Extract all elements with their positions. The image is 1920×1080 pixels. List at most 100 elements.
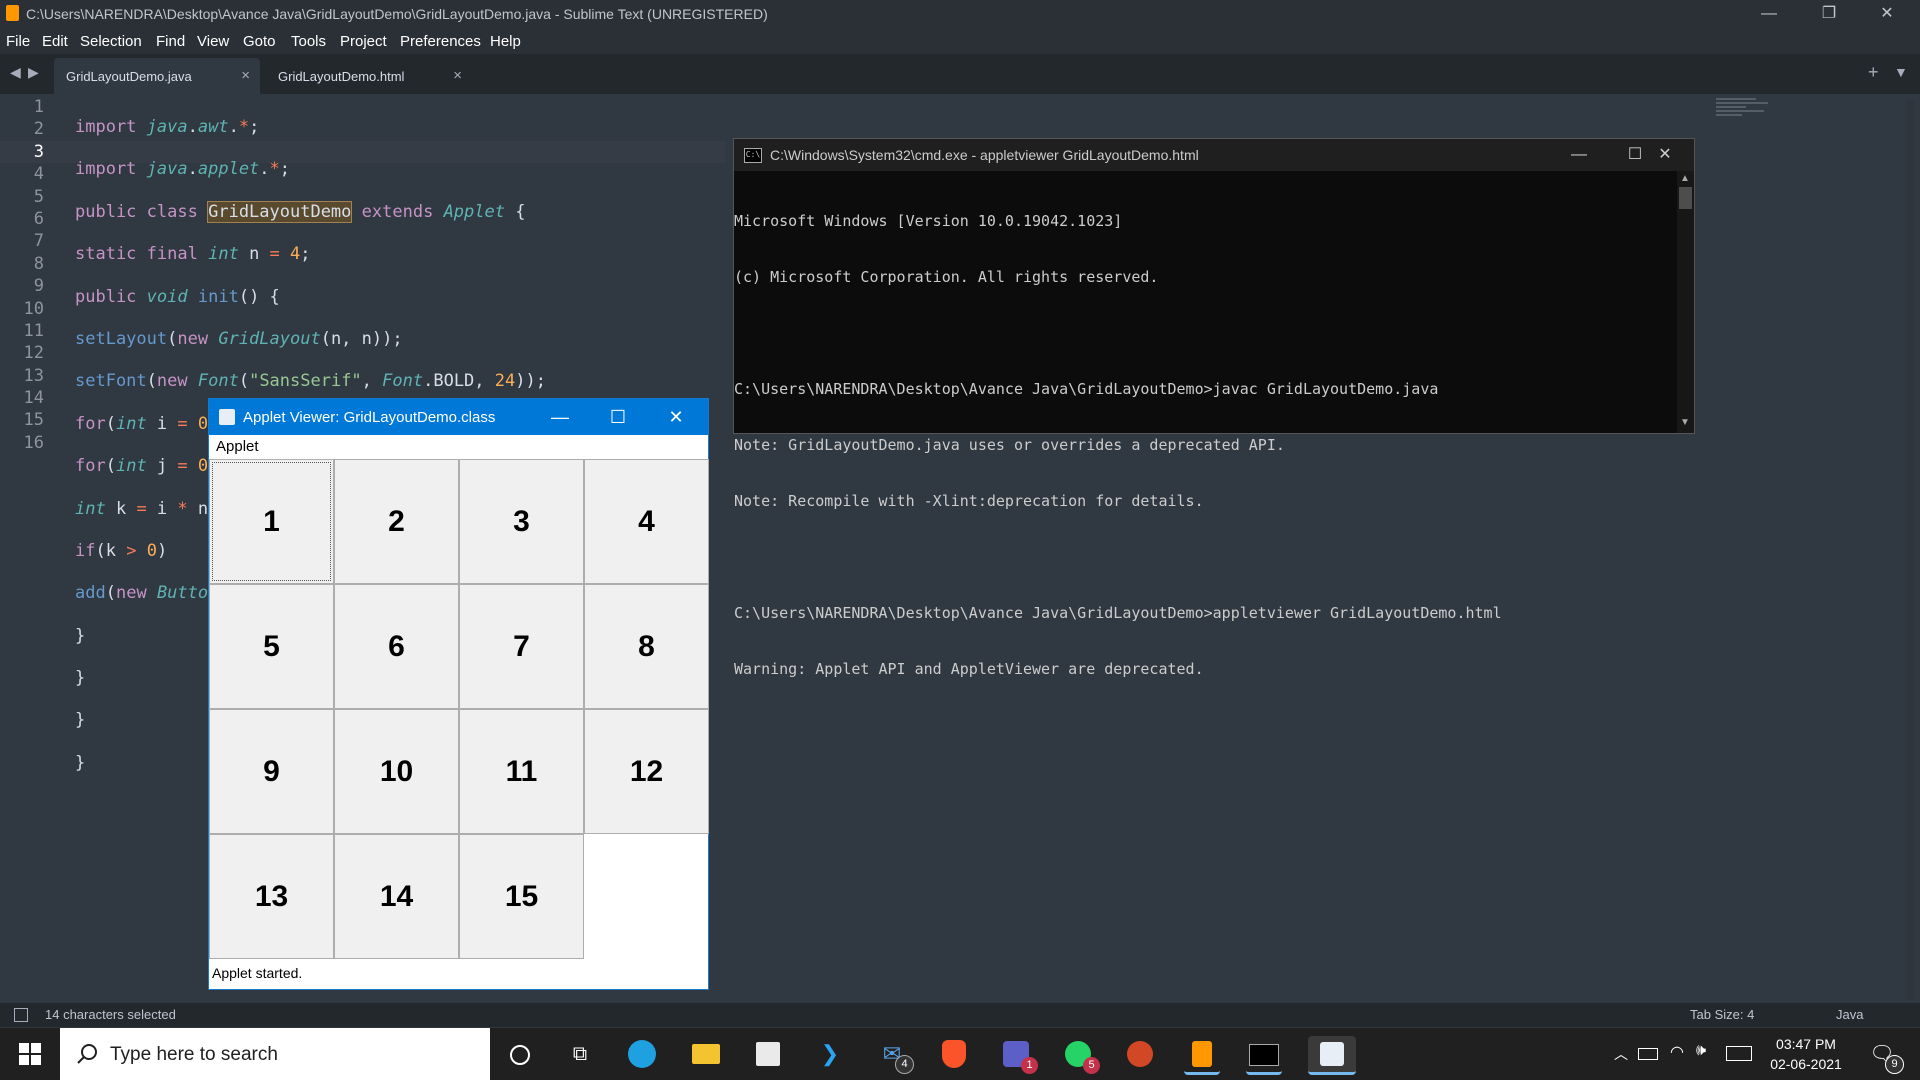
edge-icon[interactable] [624,1036,660,1072]
sublime-text-icon[interactable] [1184,1036,1220,1075]
minimize-button[interactable]: — [1740,0,1798,28]
tab-close-icon[interactable]: × [241,67,250,84]
grid-button-1[interactable]: 1 [209,459,334,584]
grid-button-11[interactable]: 11 [459,709,584,834]
minimap[interactable] [1716,96,1776,136]
cmd-title-bar[interactable]: C:\ C:\Windows\System32\cmd.exe - applet… [734,139,1694,171]
tab-size[interactable]: Tab Size: 4 [1690,1007,1754,1022]
menu-find[interactable]: Find [156,33,185,50]
line-number: 14 [23,388,44,409]
cortana-icon[interactable] [502,1036,538,1072]
menu-tools[interactable]: Tools [291,33,326,50]
cmd-scroll-up-icon[interactable]: ▲ [1680,173,1690,184]
line-number: 15 [23,410,44,431]
line-number: 5 [33,186,44,207]
vscode-icon[interactable]: ❯ [812,1036,848,1072]
notifications-icon[interactable]: 🗨 9 [1864,1036,1904,1074]
menu-project[interactable]: Project [340,33,387,50]
applet-close-button[interactable]: ✕ [647,399,705,435]
tab-gridlayoutdemo-html[interactable]: GridLayoutDemo.html × [266,58,472,94]
grid-button-7[interactable]: 7 [459,584,584,709]
grid-button-13[interactable]: 13 [209,834,334,959]
grid-button-2[interactable]: 2 [334,459,459,584]
windows-logo-icon [19,1043,41,1065]
applet-menu-bar: Applet [209,435,708,458]
grid-button-6[interactable]: 6 [334,584,459,709]
grid-button-4[interactable]: 4 [584,459,709,584]
cmd-line: Note: GridLayoutDemo.java uses or overri… [734,436,1285,454]
menu-view[interactable]: View [197,33,229,50]
cmd-minimize-button[interactable]: — [1550,139,1608,171]
powerpoint-icon[interactable] [1122,1036,1158,1072]
line-number: 3 [33,141,44,162]
close-button[interactable]: ✕ [1858,0,1916,28]
applet-title: Applet Viewer: GridLayoutDemo.class [243,409,496,426]
whatsapp-icon[interactable]: 5 [1060,1036,1100,1074]
menu-edit[interactable]: Edit [42,33,68,50]
java-taskbar-icon[interactable] [1308,1036,1356,1075]
search-icon [77,1044,97,1064]
cmd-output[interactable]: Microsoft Windows [Version 10.0.19042.10… [734,175,1502,715]
menu-preferences[interactable]: Preferences [400,33,481,50]
tab-label: GridLayoutDemo.java [66,69,192,84]
line-number: 4 [33,164,44,185]
search-box[interactable]: Type here to search [60,1028,490,1080]
code-line: setLayout(new GridLayout(n, n)); [75,328,403,349]
tab-gridlayoutdemo-java[interactable]: GridLayoutDemo.java × [54,58,260,94]
menu-help[interactable]: Help [490,33,521,50]
applet-maximize-button[interactable]: ☐ [589,399,647,435]
grid-button-14[interactable]: 14 [334,834,459,959]
restore-button[interactable]: ❐ [1800,0,1858,28]
grid-button-8[interactable]: 8 [584,584,709,709]
cmd-scroll-thumb[interactable] [1679,187,1692,209]
tab-list-icon[interactable]: ▼ [1894,64,1908,80]
cmd-line: Warning: Applet API and AppletViewer are… [734,660,1204,678]
grid-button-12[interactable]: 12 [584,709,709,834]
applet-menu[interactable]: Applet [216,438,259,455]
grid-button-10[interactable]: 10 [334,709,459,834]
panel-toggle-icon[interactable] [14,1008,28,1022]
teams-badge: 1 [1021,1057,1038,1074]
file-explorer-icon[interactable] [688,1036,724,1072]
battery-icon[interactable] [1638,1048,1658,1060]
start-button[interactable] [0,1028,58,1080]
syntax-mode[interactable]: Java [1836,1007,1863,1022]
cmd-line: C:\Users\NARENDRA\Desktop\Avance Java\Gr… [734,380,1439,398]
cmd-scroll-down-icon[interactable]: ▼ [1680,417,1690,428]
status-bar: 14 characters selected Tab Size: 4 Java [0,1003,1920,1027]
editor-scrollbar[interactable] [1906,100,1914,1000]
keyboard-icon[interactable] [1726,1046,1752,1061]
cmd-taskbar-icon[interactable] [1246,1036,1282,1075]
clock[interactable]: 03:47 PM 02-06-2021 [1764,1034,1848,1074]
wifi-icon[interactable]: ◠ [1670,1042,1684,1062]
menu-selection[interactable]: Selection [80,33,142,50]
new-tab-icon[interactable]: + [1868,62,1879,83]
grid-button-15[interactable]: 15 [459,834,584,959]
line-number: 2 [33,119,44,140]
tab-back-icon[interactable]: ◀ [10,64,21,81]
line-number: 13 [23,365,44,386]
title-bar: C:\Users\NARENDRA\Desktop\Avance Java\Gr… [0,0,1920,28]
teams-icon[interactable]: 1 [998,1036,1038,1074]
menu-file[interactable]: File [6,33,30,50]
tab-close-icon[interactable]: × [453,67,462,84]
volume-icon[interactable]: 🕪 [1696,1042,1706,1060]
code-line: static final int n = 4; [75,244,311,265]
tab-forward-icon[interactable]: ▶ [28,64,39,81]
show-hidden-icons-icon[interactable]: ︿ [1614,1044,1628,1064]
menu-goto[interactable]: Goto [243,33,276,50]
applet-status: Applet started. [212,965,303,981]
line-number: 9 [33,276,44,297]
mail-icon[interactable]: ✉ 4 [874,1036,914,1074]
brave-icon[interactable] [936,1036,972,1072]
task-view-icon[interactable]: ⧉ [562,1036,598,1072]
cmd-scrollbar[interactable]: ▲ ▼ [1677,171,1694,433]
grid-button-9[interactable]: 9 [209,709,334,834]
cmd-window: C:\ C:\Windows\System32\cmd.exe - applet… [733,138,1695,678]
applet-title-bar[interactable]: Applet Viewer: GridLayoutDemo.class — ☐ … [209,399,708,435]
store-icon[interactable] [750,1036,786,1072]
grid-button-3[interactable]: 3 [459,459,584,584]
grid-button-5[interactable]: 5 [209,584,334,709]
cmd-close-button[interactable]: ✕ [1636,139,1694,171]
applet-minimize-button[interactable]: — [531,399,589,435]
